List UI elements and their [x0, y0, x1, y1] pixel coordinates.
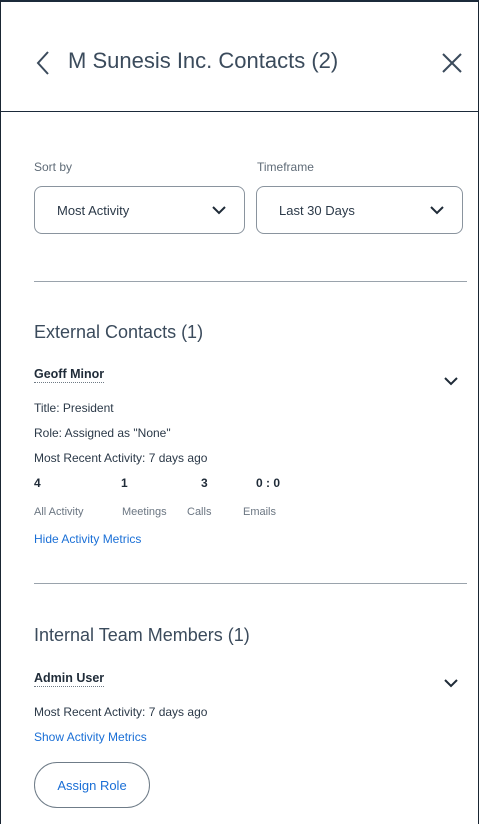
timeframe-value: Last 30 Days [279, 203, 355, 218]
expand-contact-chevron-icon[interactable] [444, 376, 458, 386]
metric-meetings-value: 1 [121, 476, 128, 490]
sort-by-value: Most Activity [57, 203, 130, 218]
hide-activity-metrics-link[interactable]: Hide Activity Metrics [34, 532, 141, 546]
contact-recent-activity: Most Recent Activity: 7 days ago [34, 451, 208, 465]
chevron-down-icon [430, 206, 444, 215]
back-button[interactable] [34, 49, 54, 77]
member-name-link[interactable]: Admin User [34, 671, 105, 687]
timeframe-select[interactable]: Last 30 Days [256, 186, 463, 234]
metric-emails-label: Emails [243, 506, 277, 518]
metric-calls-value: 3 [201, 476, 208, 490]
metric-meetings-label: Meetings [122, 506, 167, 518]
metric-emails-value: 0 : 0 [256, 476, 281, 490]
contact-role: Role: Assigned as "None" [34, 426, 171, 440]
page-title: M Sunesis Inc. Contacts (2) [68, 48, 339, 73]
external-contacts-heading: External Contacts (1) [34, 322, 204, 342]
assign-role-button[interactable]: Assign Role [34, 762, 150, 808]
panel-header: M Sunesis Inc. Contacts (2) [1, 2, 478, 112]
member-recent-activity: Most Recent Activity: 7 days ago [34, 705, 208, 719]
show-activity-metrics-link[interactable]: Show Activity Metrics [34, 730, 147, 744]
expand-member-chevron-icon[interactable] [444, 678, 458, 688]
divider [34, 583, 467, 584]
internal-team-heading: Internal Team Members (1) [34, 625, 250, 645]
sort-by-label: Sort by [34, 160, 73, 174]
close-icon [442, 53, 462, 73]
chevron-down-icon [212, 206, 226, 215]
sort-by-select[interactable]: Most Activity [34, 186, 245, 234]
contacts-panel: M Sunesis Inc. Contacts (2) Sort by Most… [0, 0, 479, 824]
chevron-left-icon [36, 51, 49, 75]
contact-title: Title: President [34, 401, 114, 415]
divider [34, 281, 467, 282]
metric-all-activity-label: All Activity [34, 506, 84, 518]
metric-all-activity-value: 4 [34, 476, 41, 490]
metric-calls-label: Calls [187, 506, 212, 518]
close-button[interactable] [439, 50, 465, 76]
contact-name-link[interactable]: Geoff Minor [34, 367, 105, 383]
timeframe-label: Timeframe [257, 160, 314, 174]
